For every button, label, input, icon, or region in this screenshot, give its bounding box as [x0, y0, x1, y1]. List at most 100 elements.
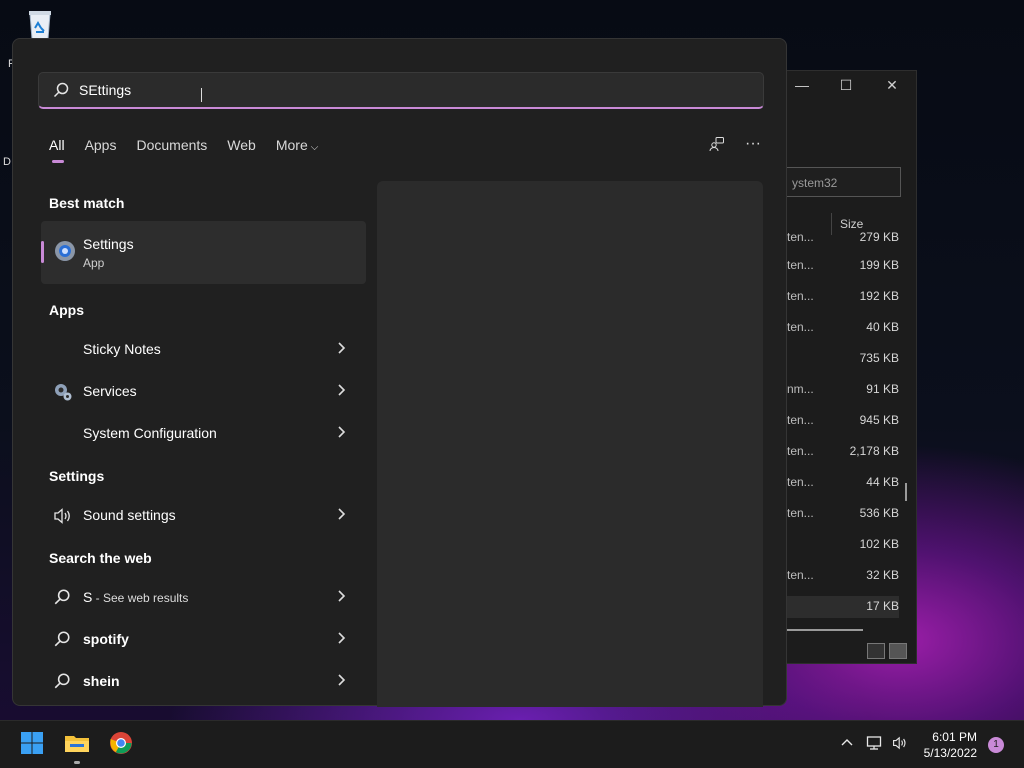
- chevron-down-icon: ⌵: [310, 142, 319, 153]
- text-cursor-icon: [201, 88, 202, 102]
- search-filter-tabs: All Apps Documents Web More ⌵: [49, 137, 338, 167]
- list-item-label: Services: [83, 383, 137, 399]
- chevron-right-icon[interactable]: [336, 424, 348, 445]
- file-type: ten...: [787, 475, 814, 489]
- file-size: 91 KB: [866, 382, 899, 396]
- volume-icon[interactable]: [891, 735, 909, 754]
- section-settings: Settings: [49, 468, 105, 484]
- chevron-right-icon[interactable]: [336, 382, 348, 403]
- table-row[interactable]: ten... 44 KB: [787, 472, 899, 494]
- table-row[interactable]: 102 KB: [787, 534, 899, 556]
- file-size: 44 KB: [866, 475, 899, 489]
- section-apps: Apps: [49, 302, 84, 318]
- table-row[interactable]: ten... 945 KB: [787, 410, 899, 432]
- clock-time: 6:01 PM: [932, 730, 977, 744]
- file-type: ten...: [787, 320, 814, 334]
- best-match-settings-app[interactable]: Settings App: [41, 221, 366, 284]
- table-row[interactable]: ten... 279 KB: [787, 227, 899, 249]
- table-row[interactable]: ten... 199 KB: [787, 255, 899, 277]
- account-switch-icon[interactable]: [708, 135, 726, 153]
- more-options-icon[interactable]: ···: [744, 135, 762, 153]
- file-type: ten...: [787, 413, 814, 427]
- folder-icon: [64, 732, 90, 759]
- search-icon: [53, 672, 73, 692]
- tab-more[interactable]: More ⌵: [276, 137, 319, 167]
- chrome-icon: [109, 731, 133, 760]
- chevron-right-icon[interactable]: [336, 630, 348, 651]
- table-row[interactable]: ten... 40 KB: [787, 317, 899, 339]
- search-box-fragment[interactable]: ystem32: [785, 167, 901, 197]
- start-button[interactable]: [16, 729, 48, 761]
- list-item-sound-settings[interactable]: Sound settings: [41, 497, 366, 533]
- chevron-right-icon[interactable]: [336, 588, 348, 609]
- file-size: 536 KB: [859, 506, 899, 520]
- list-item-system-configuration[interactable]: System Configuration: [41, 415, 366, 451]
- file-size: 735 KB: [859, 351, 899, 365]
- file-type: nm...: [787, 382, 814, 396]
- file-size: 199 KB: [859, 258, 899, 272]
- file-size: 192 KB: [859, 289, 899, 303]
- chevron-right-icon[interactable]: [336, 506, 348, 527]
- services-gear-icon: [53, 382, 73, 402]
- section-best-match: Best match: [49, 195, 125, 211]
- search-icon: [53, 588, 73, 608]
- recycle-bin-icon[interactable]: [22, 6, 58, 42]
- selection-accent: [41, 241, 44, 263]
- file-type: ten...: [787, 258, 814, 272]
- list-item-web-s[interactable]: S - See web results: [41, 579, 366, 615]
- list-item-services[interactable]: Services: [41, 373, 366, 409]
- table-row[interactable]: ten... 32 KB: [787, 565, 899, 587]
- file-size: 17 KB: [866, 599, 899, 613]
- table-row-selected[interactable]: 17 KB: [787, 596, 899, 618]
- file-size: 40 KB: [866, 320, 899, 334]
- show-hidden-icons-chevron-icon[interactable]: [840, 735, 854, 752]
- file-type: ten...: [787, 230, 814, 244]
- vertical-scrollbar[interactable]: [905, 483, 907, 501]
- network-icon[interactable]: [866, 735, 884, 754]
- tab-apps[interactable]: Apps: [85, 137, 117, 167]
- windows-logo-icon: [20, 731, 44, 760]
- file-explorer-window[interactable]: — ☐ ✕ ystem32 Size ten... 279 KB ten... 19…: [770, 70, 917, 664]
- desktop-label-other: D: [3, 156, 11, 168]
- clock[interactable]: 6:01 PM 5/13/2022: [924, 729, 977, 761]
- list-item-web-shein[interactable]: shein: [41, 663, 366, 699]
- preview-pane: [377, 181, 763, 707]
- tab-documents[interactable]: Documents: [136, 137, 207, 167]
- list-item-sticky-notes[interactable]: Sticky Notes: [41, 331, 366, 367]
- table-row[interactable]: 735 KB: [787, 348, 899, 370]
- horizontal-scrollbar[interactable]: [787, 629, 863, 631]
- file-size: 945 KB: [859, 413, 899, 427]
- clock-date: 5/13/2022: [923, 746, 977, 760]
- large-icons-view-icon[interactable]: [889, 643, 907, 659]
- notification-badge[interactable]: 1: [988, 737, 1004, 753]
- list-item-label: Sound settings: [83, 507, 176, 523]
- minimize-button[interactable]: —: [787, 77, 817, 93]
- table-row[interactable]: ten... 192 KB: [787, 286, 899, 308]
- chrome-taskbar-button[interactable]: [105, 729, 137, 761]
- tab-web[interactable]: Web: [227, 137, 256, 167]
- maximize-button[interactable]: ☐: [831, 77, 861, 94]
- table-row[interactable]: ten... 536 KB: [787, 503, 899, 525]
- table-row[interactable]: nm... 91 KB: [787, 379, 899, 401]
- list-item-web-spotify[interactable]: spotify: [41, 621, 366, 657]
- start-search-panel: All Apps Documents Web More⌵ ··· Best ma…: [12, 38, 787, 707]
- chevron-right-icon[interactable]: [336, 340, 348, 361]
- best-match-title: Settings: [83, 236, 134, 252]
- search-input[interactable]: [79, 78, 679, 102]
- file-type: ten...: [787, 289, 814, 303]
- details-view-icon[interactable]: [867, 643, 885, 659]
- list-item-label: shein: [83, 673, 120, 689]
- table-row[interactable]: ten... 2,178 KB: [787, 441, 899, 463]
- list-item-label: Sticky Notes: [83, 341, 161, 357]
- file-explorer-taskbar-button[interactable]: [61, 729, 93, 761]
- tab-all[interactable]: All: [49, 137, 65, 167]
- file-size: 2,178 KB: [849, 444, 899, 458]
- search-box[interactable]: [38, 72, 764, 109]
- file-size: 32 KB: [866, 568, 899, 582]
- system-config-icon: [53, 424, 73, 444]
- close-button[interactable]: ✕: [877, 77, 907, 94]
- taskbar: 6:01 PM 5/13/2022 1: [0, 720, 1024, 768]
- chevron-right-icon[interactable]: [336, 672, 348, 693]
- list-item-label: S - See web results: [83, 589, 188, 605]
- web-query: S: [83, 589, 93, 605]
